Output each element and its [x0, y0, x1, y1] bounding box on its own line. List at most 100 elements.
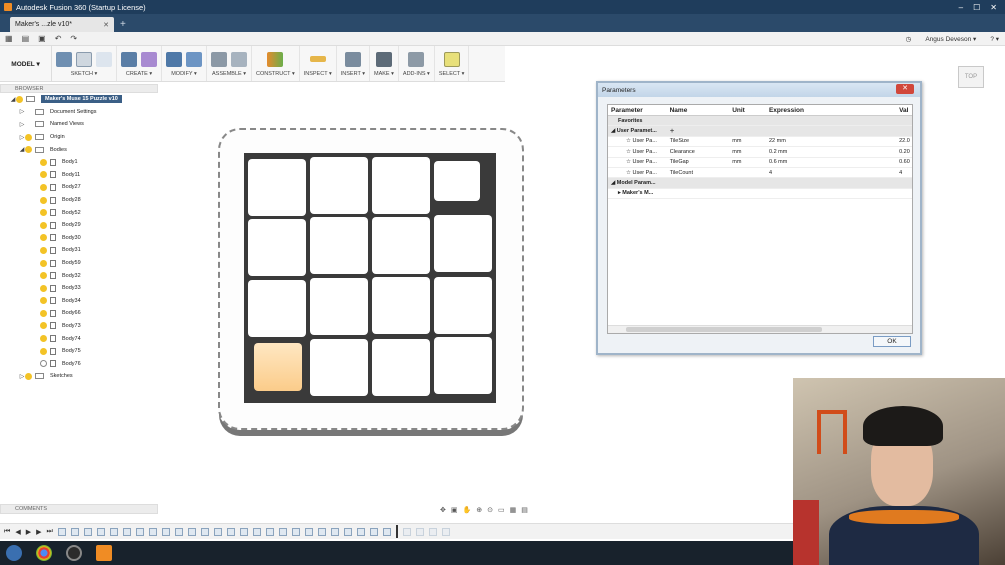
visibility-bulb-icon[interactable] — [40, 158, 47, 166]
viewports-icon[interactable]: ▤ — [521, 506, 528, 514]
puzzle-tile[interactable] — [372, 217, 430, 274]
component-icon[interactable] — [231, 51, 247, 67]
redo-icon[interactable]: ↷ — [70, 34, 77, 43]
document-tab[interactable]: Maker's ...zle v10* ✕ — [10, 17, 114, 32]
add-ins-group[interactable]: ADD-INS ▾ — [399, 46, 435, 81]
scrollbar-thumb[interactable] — [626, 327, 822, 332]
step-back-icon[interactable]: ◀ — [15, 528, 20, 536]
timeline-feature-icon[interactable] — [441, 527, 450, 536]
orbit-icon[interactable]: ✥ — [440, 506, 446, 514]
scripts-icon[interactable] — [408, 51, 425, 67]
display-settings-icon[interactable]: ▭ — [498, 506, 505, 514]
parameter-row[interactable]: ☆ User Pa... TileCount 4 4 — [608, 168, 912, 179]
help-menu[interactable]: ? ▾ — [990, 35, 999, 43]
puzzle-tile[interactable] — [248, 219, 306, 276]
zoom-icon[interactable]: ⊕ — [476, 506, 482, 514]
timeline-feature-icon[interactable] — [148, 527, 157, 536]
timeline-feature-icon[interactable] — [330, 527, 339, 536]
parameter-unit[interactable]: mm — [732, 149, 769, 155]
user-parameters-group-row[interactable]: ◢ User Paramet... + — [608, 126, 912, 137]
browser-item-sketches[interactable]: ▷ Sketches — [0, 370, 158, 383]
puzzle-tile[interactable] — [434, 337, 492, 394]
column-header-parameter[interactable]: Parameter — [608, 107, 670, 114]
3d-print-icon[interactable] — [375, 51, 392, 67]
selected-tile-highlight[interactable] — [254, 343, 302, 391]
start-button-icon[interactable] — [6, 545, 22, 561]
extrude-icon[interactable] — [121, 51, 137, 67]
browser-body-row[interactable]: Body74 — [0, 332, 158, 345]
parameter-name[interactable]: TileGap — [670, 159, 733, 165]
parameter-row[interactable]: ☆ User Pa... TileSize mm 22 mm 22.0 — [608, 137, 912, 148]
timeline-feature-icon[interactable] — [83, 527, 92, 536]
timeline-feature-icon[interactable] — [226, 527, 235, 536]
browser-item-bodies[interactable]: ◢ Bodies — [0, 143, 158, 156]
new-tab-button[interactable]: + — [120, 19, 126, 30]
view-cube[interactable]: TOP — [958, 66, 984, 88]
puzzle-tile[interactable] — [434, 277, 492, 334]
browser-body-row[interactable]: Body66 — [0, 307, 158, 320]
comments-panel[interactable]: COMMENTS — [0, 504, 158, 514]
close-tab-icon[interactable]: ✕ — [103, 21, 109, 29]
file-menu-icon[interactable]: ▤ — [22, 34, 30, 43]
visibility-bulb-icon[interactable] — [40, 234, 47, 242]
timeline-feature-icon[interactable] — [369, 527, 378, 536]
parameter-expression[interactable]: 0.2 mm — [769, 149, 899, 155]
parameter-row[interactable]: ☆ User Pa... Clearance mm 0.2 mm 0.20 — [608, 147, 912, 158]
puzzle-tile[interactable] — [310, 278, 368, 335]
chrome-icon[interactable] — [36, 545, 52, 561]
make-group[interactable]: MAKE ▾ — [370, 46, 399, 81]
parameter-unit[interactable]: mm — [732, 138, 769, 144]
parameter-expression[interactable]: 0.6 mm — [769, 159, 899, 165]
visibility-bulb-icon[interactable] — [40, 183, 47, 191]
browser-item-document-settings[interactable]: ▷ Document Settings — [0, 106, 158, 119]
timeline-feature-icon[interactable] — [291, 527, 300, 536]
model-parameters-group-row[interactable]: ◢ Model Param... — [608, 178, 912, 189]
timeline-feature-icon[interactable] — [343, 527, 352, 536]
puzzle-tile[interactable] — [434, 215, 492, 272]
column-header-value[interactable]: Val — [899, 107, 912, 114]
pan-hand-icon[interactable]: ✋ — [463, 506, 472, 514]
browser-body-row[interactable]: Body32 — [0, 269, 158, 282]
visibility-bulb-icon[interactable] — [40, 196, 47, 204]
visibility-bulb-icon[interactable] — [16, 95, 23, 103]
fusion-360-taskbar-icon[interactable] — [96, 545, 112, 561]
rectangle-icon[interactable] — [76, 51, 92, 67]
ok-button[interactable]: OK — [873, 336, 911, 347]
visibility-bulb-icon[interactable] — [25, 372, 32, 380]
timeline-feature-icon[interactable] — [402, 527, 411, 536]
browser-body-row[interactable]: Body76 — [0, 357, 158, 370]
browser-body-row[interactable]: Body27 — [0, 181, 158, 194]
parameter-name[interactable]: Clearance — [670, 149, 733, 155]
browser-body-row[interactable]: Body52 — [0, 206, 158, 219]
sketch-pencil-icon[interactable] — [56, 51, 72, 67]
puzzle-tile[interactable] — [434, 161, 480, 201]
browser-body-row[interactable]: Body31 — [0, 244, 158, 257]
favorites-group-row[interactable]: Favorites — [608, 116, 912, 127]
line-icon[interactable] — [96, 51, 112, 67]
visibility-bulb-icon[interactable] — [40, 297, 47, 305]
design-canvas[interactable] — [160, 84, 590, 499]
visibility-bulb-icon[interactable] — [40, 284, 47, 292]
timeline-feature-icon[interactable] — [96, 527, 105, 536]
go-to-start-icon[interactable]: ⏮ — [4, 528, 10, 536]
puzzle-model[interactable] — [218, 128, 524, 430]
timeline-feature-icon[interactable] — [415, 527, 424, 536]
step-forward-icon[interactable]: ▶ — [36, 528, 41, 536]
browser-body-row[interactable]: Body1 — [0, 156, 158, 169]
fillet-icon[interactable] — [186, 51, 202, 67]
puzzle-tile[interactable] — [248, 280, 306, 337]
visibility-bulb-icon[interactable] — [40, 171, 47, 179]
expand-triangle-icon[interactable]: ▷ — [19, 121, 25, 128]
browser-body-row[interactable]: Body75 — [0, 345, 158, 358]
puzzle-tile-well[interactable] — [244, 153, 496, 403]
assemble-group[interactable]: ASSEMBLE ▾ — [207, 46, 252, 81]
timeline-feature-icon[interactable] — [356, 527, 365, 536]
model-component-row[interactable]: ▸ Maker's M... — [608, 189, 912, 200]
data-panel-grid-icon[interactable]: ▦ — [5, 34, 13, 43]
maximize-button[interactable]: ☐ — [973, 3, 980, 12]
press-pull-icon[interactable] — [166, 51, 182, 67]
browser-header[interactable]: BROWSER — [0, 84, 158, 93]
dialog-close-button[interactable]: ✕ — [896, 84, 914, 94]
job-status-icon[interactable]: ◷ — [906, 35, 912, 43]
column-header-unit[interactable]: Unit — [732, 107, 769, 114]
